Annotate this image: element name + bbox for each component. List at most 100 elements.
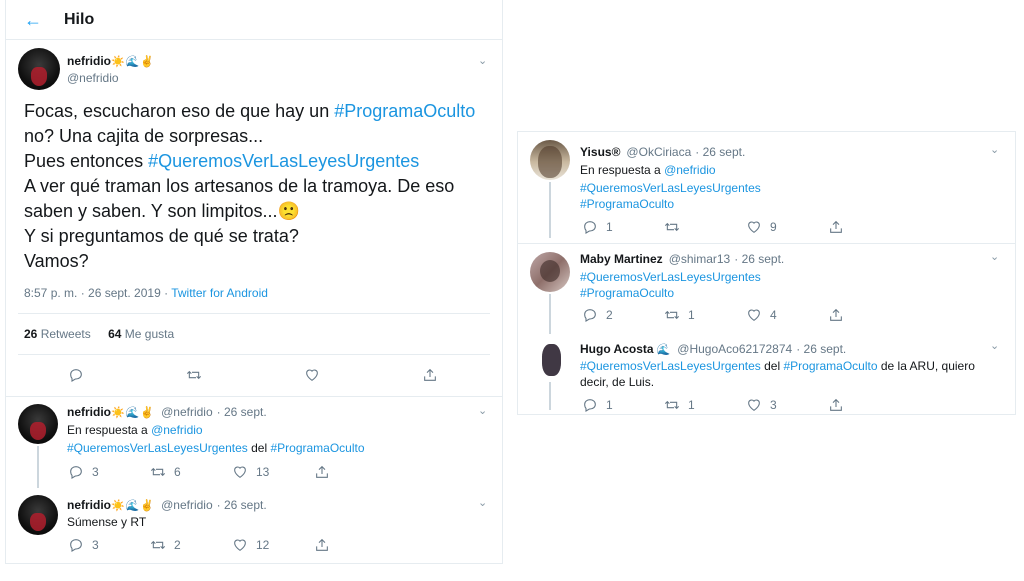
tweet-stats: 26 Retweets 64 Me gusta (24, 327, 174, 341)
chevron-down-icon[interactable]: ⌄ (478, 496, 487, 509)
retweet-icon (664, 307, 680, 323)
retweet-icon (186, 367, 202, 383)
chevron-down-icon[interactable]: ⌄ (990, 250, 999, 263)
retweet-button[interactable]: 1 (664, 307, 746, 323)
reply-text: #QueremosVerLasLeyesUrgentes #ProgramaOc… (580, 181, 761, 211)
reply-actions: 3 6 13 (68, 464, 330, 480)
share-icon (828, 307, 844, 323)
tweet-text: Focas, escucharon eso de que hay un #Pro… (24, 101, 476, 271)
retweet-button[interactable]: 2 (150, 537, 232, 553)
reply-text: Súmense y RT (67, 515, 147, 529)
like-button[interactable]: 12 (232, 537, 314, 553)
reply-icon (68, 464, 84, 480)
retweet-button[interactable]: 6 (150, 464, 232, 480)
thread-line (549, 294, 551, 334)
retweet-button[interactable]: 1 (664, 397, 746, 413)
divider (18, 354, 490, 355)
reply-button[interactable] (68, 367, 186, 383)
share-button[interactable] (314, 537, 330, 553)
chevron-down-icon[interactable]: ⌄ (990, 339, 999, 352)
thread-line (37, 446, 39, 488)
reply-header: nefridio ☀️🌊✌️ @nefridio · 26 sept. (67, 498, 267, 512)
chevron-down-icon[interactable]: ⌄ (990, 143, 999, 156)
author-handle[interactable]: @nefridio (67, 71, 119, 85)
chevron-down-icon[interactable]: ⌄ (478, 404, 487, 417)
thread-panel: ← Hilo nefridio☀️🌊✌️ @nefridio ⌄ Focas, … (5, 0, 503, 564)
reply-button[interactable]: 3 (68, 537, 150, 553)
share-button[interactable] (828, 397, 844, 413)
avatar[interactable] (18, 495, 58, 535)
reply-actions: 3 2 12 (68, 537, 330, 553)
reply-header: nefridio ☀️🌊✌️ @nefridio · 26 sept. (67, 405, 267, 419)
avatar[interactable] (530, 252, 570, 292)
like-button[interactable]: 3 (746, 397, 828, 413)
heart-icon (232, 537, 248, 553)
divider (6, 396, 502, 397)
hashtag-link[interactable]: #ProgramaOculto (334, 101, 475, 121)
reply-context: En respuesta a @nefridio (67, 423, 203, 437)
reply-icon (68, 537, 84, 553)
retweets-stat[interactable]: 26 Retweets (24, 327, 91, 341)
heart-icon (746, 307, 762, 323)
author-emojis: ☀️🌊✌️ (111, 56, 156, 68)
likes-stat[interactable]: 64 Me gusta (108, 327, 174, 341)
divider (518, 243, 1015, 244)
share-button[interactable] (828, 219, 844, 235)
heart-icon (746, 397, 762, 413)
reply-icon (582, 307, 598, 323)
heart-icon (232, 464, 248, 480)
arrow-left-icon[interactable]: ← (24, 11, 42, 29)
like-button[interactable] (304, 367, 422, 383)
page-title: Hilo (64, 10, 95, 28)
share-button[interactable] (422, 367, 438, 383)
share-icon (314, 464, 330, 480)
reply-context: En respuesta a @nefridio (580, 163, 716, 177)
share-icon (422, 367, 438, 383)
emoji-icon: 🙁 (277, 201, 300, 221)
author-name[interactable]: nefridio (67, 54, 111, 68)
share-button[interactable] (314, 464, 330, 480)
reply-header: Maby Martinez @shimar13 · 26 sept. (580, 252, 785, 266)
retweet-icon (664, 397, 680, 413)
share-icon (828, 397, 844, 413)
share-button[interactable] (828, 307, 844, 323)
avatar[interactable] (18, 48, 60, 90)
avatar[interactable] (18, 404, 58, 444)
reply-text: #QueremosVerLasLeyesUrgentes del #Progra… (580, 359, 975, 389)
replies-panel: Yisus® @OkCiriaca · 26 sept. ⌄ En respue… (517, 131, 1016, 415)
source-link[interactable]: Twitter for Android (171, 286, 268, 300)
reply-icon (582, 219, 598, 235)
like-button[interactable]: 13 (232, 464, 314, 480)
share-icon (314, 537, 330, 553)
reply-button[interactable]: 1 (582, 219, 664, 235)
retweet-button[interactable] (186, 367, 304, 383)
thread-line (549, 182, 551, 238)
retweet-icon (664, 219, 680, 235)
retweet-button[interactable] (664, 219, 746, 235)
avatar[interactable] (530, 140, 570, 180)
tweet-actions (68, 367, 438, 383)
reply-text: #QueremosVerLasLeyesUrgentes del #Progra… (67, 441, 365, 455)
reply-icon (68, 367, 84, 383)
like-button[interactable]: 9 (746, 219, 828, 235)
retweet-icon (150, 537, 166, 553)
reply-button[interactable]: 2 (582, 307, 664, 323)
reply-actions: 1 1 3 (582, 397, 844, 413)
heart-icon (304, 367, 320, 383)
thread-header: ← Hilo (6, 0, 502, 40)
hashtag-link[interactable]: #QueremosVerLasLeyesUrgentes (148, 151, 419, 171)
like-button[interactable]: 4 (746, 307, 828, 323)
reply-button[interactable]: 3 (68, 464, 150, 480)
thread-line (549, 382, 551, 410)
reply-actions: 2 1 4 (582, 307, 844, 323)
heart-icon (746, 219, 762, 235)
reply-actions: 1 9 (582, 219, 844, 235)
reply-text: #QueremosVerLasLeyesUrgentes #ProgramaOc… (580, 270, 761, 300)
reply-header: Yisus® @OkCiriaca · 26 sept. (580, 145, 746, 159)
retweet-icon (150, 464, 166, 480)
share-icon (828, 219, 844, 235)
avatar[interactable] (532, 340, 570, 380)
chevron-down-icon[interactable]: ⌄ (478, 54, 487, 67)
tweet-timestamp: 8:57 p. m. · 26 sept. 2019 · Twitter for… (24, 286, 268, 300)
reply-button[interactable]: 1 (582, 397, 664, 413)
